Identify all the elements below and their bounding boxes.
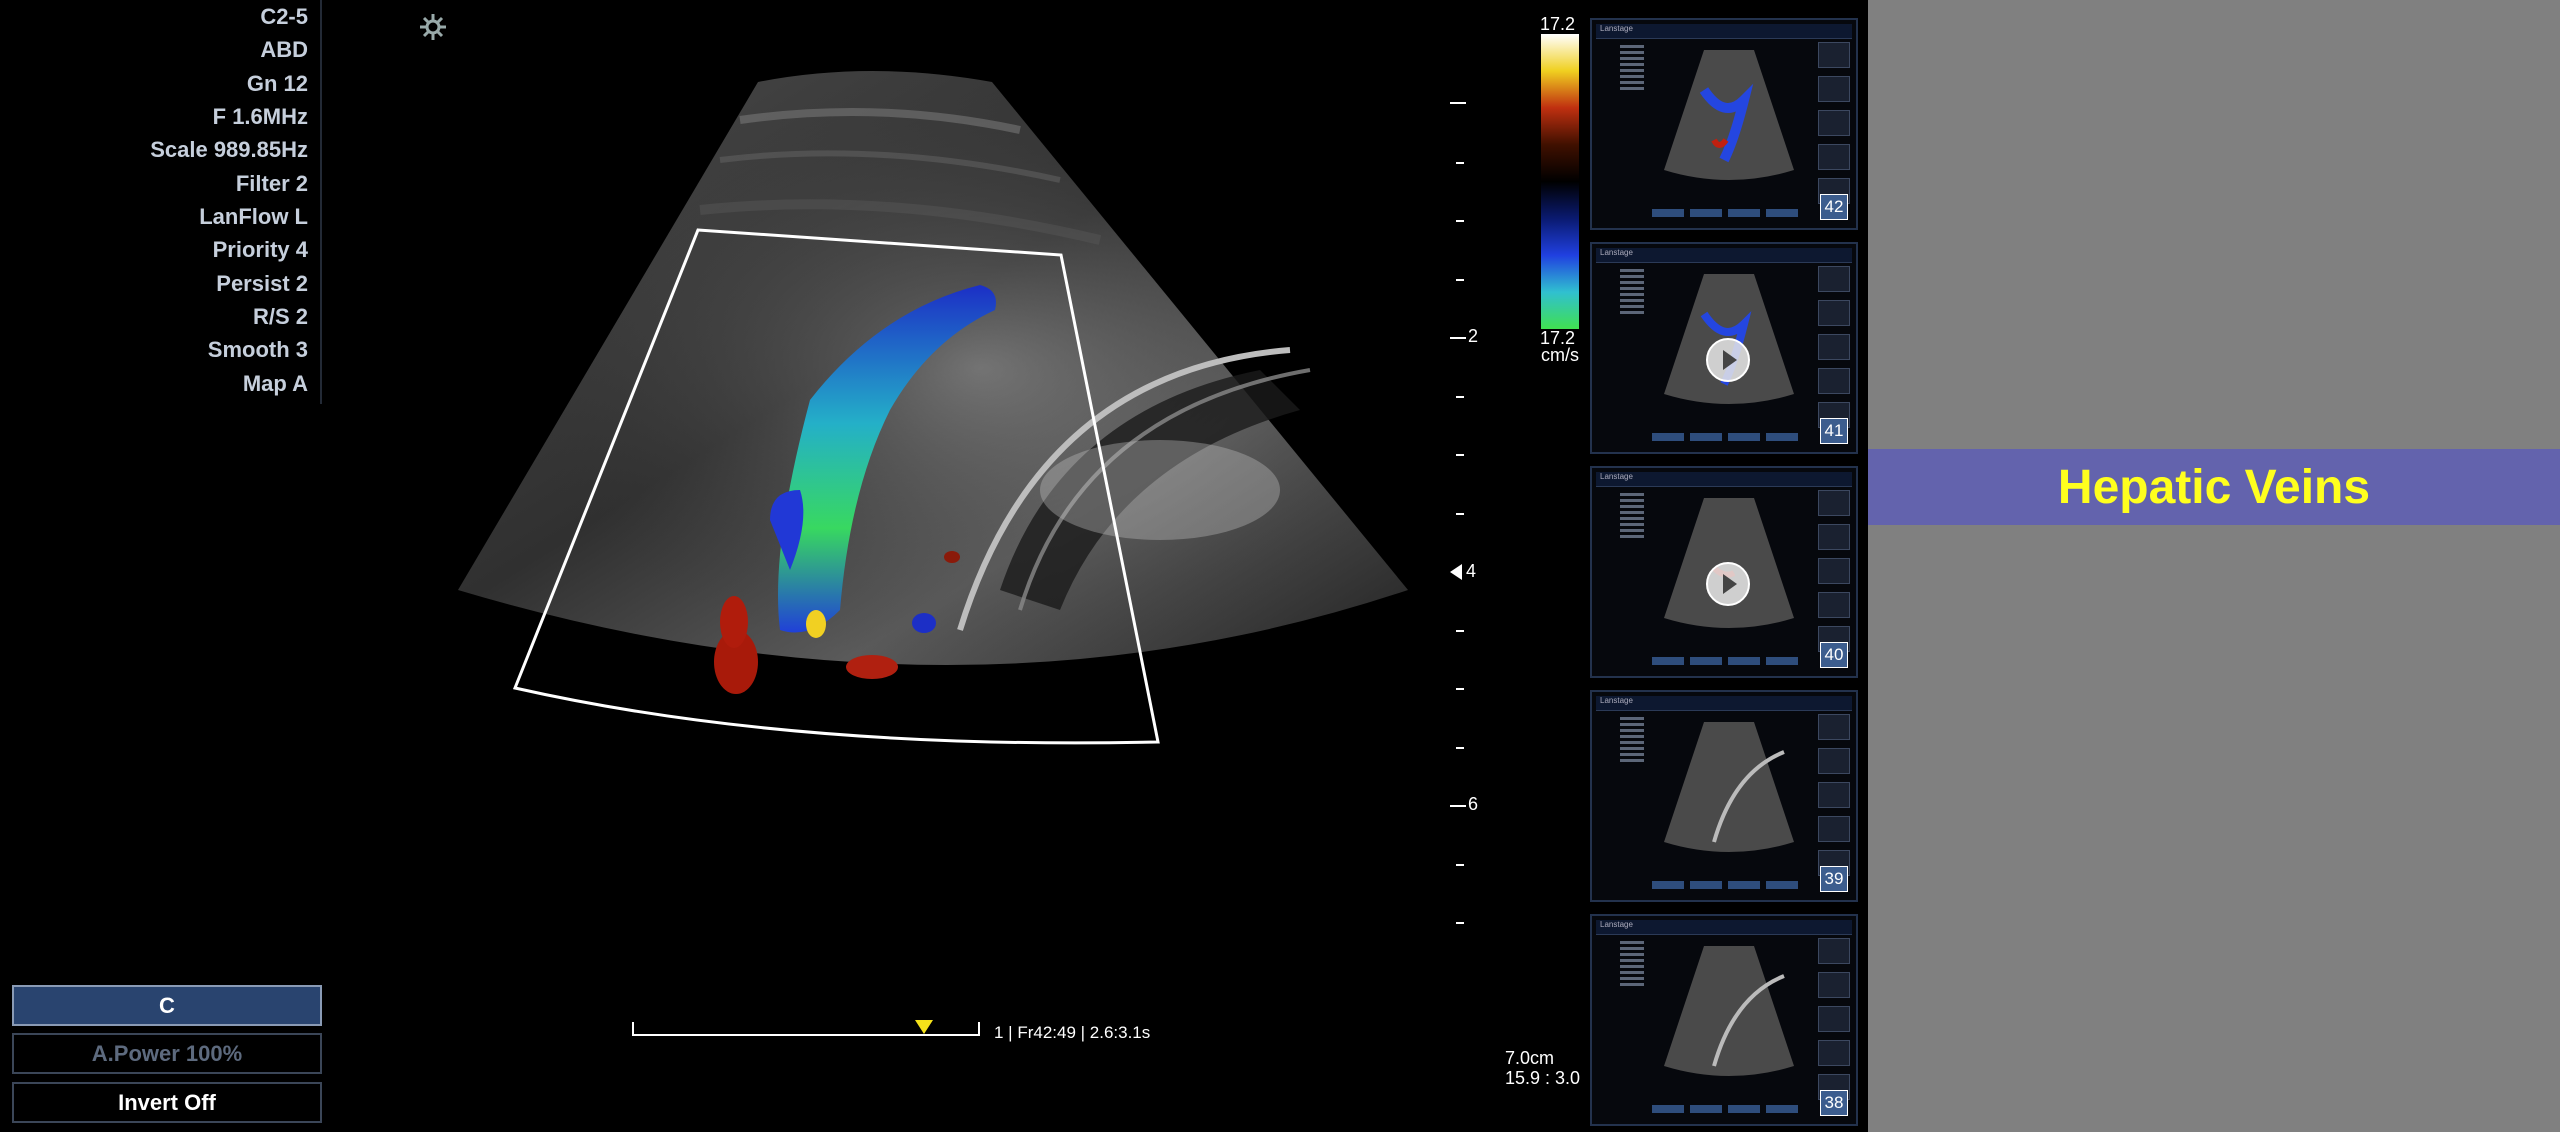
thumbnail-image <box>1664 946 1794 1076</box>
thumbnail-image <box>1664 722 1794 852</box>
depth-tick <box>1450 102 1466 104</box>
thumbnail-number: 38 <box>1820 1090 1848 1116</box>
ultrasound-image[interactable] <box>440 70 1430 930</box>
thumbnail-item[interactable]: Lanstage 39 <box>1590 690 1858 902</box>
param-scale: Scale 989.85Hz <box>150 137 308 162</box>
param-priority: Priority 4 <box>212 237 308 262</box>
thumbnail-header: Lanstage <box>1600 248 1633 257</box>
thumbnail-header: Lanstage <box>1600 472 1633 481</box>
depth-tick <box>1450 805 1466 807</box>
title-banner: Hepatic Veins <box>1868 449 2560 525</box>
depth-tick <box>1456 864 1464 866</box>
cine-position-marker-icon[interactable] <box>915 1020 934 1034</box>
colorbar-max-label: 17.2 <box>1540 14 1576 34</box>
right-panel <box>1868 0 2560 1132</box>
param-gain: Gn 12 <box>246 71 308 96</box>
param-divider <box>320 0 322 404</box>
depth-tick <box>1456 513 1464 515</box>
thumbnail-number: 42 <box>1820 194 1848 220</box>
param-frequency: F 1.6MHz <box>212 104 308 129</box>
depth-label-4: 4 <box>1466 561 1477 581</box>
depth-tick <box>1456 630 1464 632</box>
thumbnail-item[interactable]: Lanstage 40 <box>1590 466 1858 678</box>
depth-tick <box>1450 337 1466 339</box>
depth-tick <box>1456 220 1464 222</box>
thumbnail-item[interactable]: Lanstage 41 <box>1590 242 1858 454</box>
depth-tick <box>1456 279 1464 281</box>
thumbnail-item[interactable]: Lanstage 38 <box>1590 914 1858 1126</box>
play-icon[interactable] <box>1706 338 1750 382</box>
thumbnail-header: Lanstage <box>1600 696 1633 705</box>
depth-ratio: 15.9 : 3.0 <box>1505 1068 1581 1088</box>
param-rs: R/S 2 <box>252 304 308 329</box>
param-probe: C2-5 <box>260 4 308 29</box>
depth-tick <box>1456 688 1464 690</box>
thumbnail-number: 41 <box>1820 418 1848 444</box>
param-filter: Filter 2 <box>235 171 308 196</box>
cine-frame-info: 1 | Fr42:49 | 2.6:3.1s <box>994 1023 1151 1042</box>
color-mode-button[interactable]: C <box>12 985 322 1026</box>
depth-label-2: 2 <box>1468 326 1479 346</box>
depth-tick <box>1456 396 1464 398</box>
thumbnail-image <box>1664 50 1794 180</box>
depth-tick <box>1456 922 1464 924</box>
depth-label-6: 6 <box>1468 794 1479 814</box>
depth-tick <box>1456 162 1464 164</box>
param-persist: Persist 2 <box>216 271 308 296</box>
depth-value: 7.0cm <box>1505 1048 1555 1068</box>
thumbnail-number: 39 <box>1820 866 1848 892</box>
thumbnail-header: Lanstage <box>1600 24 1633 33</box>
thumbnail-header: Lanstage <box>1600 920 1633 929</box>
colorbar-unit-label: cm/s <box>1541 345 1579 365</box>
acoustic-power-button[interactable]: A.Power 100% <box>12 1033 322 1074</box>
focus-marker-icon[interactable] <box>1450 564 1462 580</box>
settings-gear-icon[interactable] <box>418 12 448 42</box>
param-map: Map A <box>242 371 308 396</box>
invert-toggle-button[interactable]: Invert Off <box>12 1082 322 1123</box>
param-lanflow: LanFlow L <box>199 204 308 229</box>
param-smooth: Smooth 3 <box>207 337 308 362</box>
thumbnail-item[interactable]: Lanstage 42 <box>1590 18 1858 230</box>
depth-readout: 7.0cm 15.9 : 3.0 <box>1505 1048 1580 1088</box>
thumbnail-number: 40 <box>1820 642 1848 668</box>
depth-tick <box>1456 454 1464 456</box>
depth-tick <box>1456 747 1464 749</box>
param-preset: ABD <box>260 37 308 62</box>
velocity-colorbar <box>1541 34 1579 329</box>
play-icon[interactable] <box>1706 562 1750 606</box>
